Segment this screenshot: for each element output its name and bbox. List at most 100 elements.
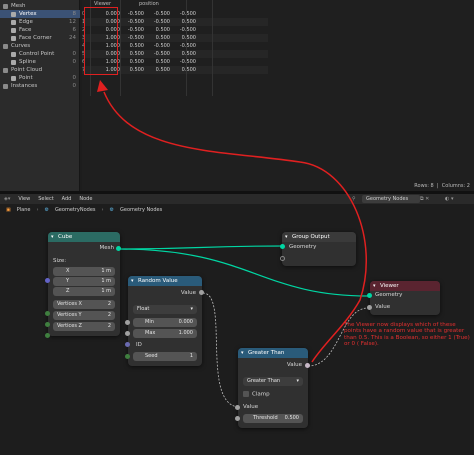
domain-icon bbox=[11, 35, 16, 41]
node-viewer[interactable]: Viewer Geometry Value bbox=[370, 281, 440, 315]
fake-user-icon[interactable]: ⧉ ✕ bbox=[420, 196, 429, 202]
random-id-label: ID bbox=[136, 342, 142, 348]
group-output-header[interactable]: Group Output bbox=[282, 232, 356, 242]
random-max-value: 1.000 bbox=[178, 330, 193, 336]
menu-select[interactable]: Select bbox=[38, 196, 53, 202]
outliner-item-label: Face Corner bbox=[19, 35, 52, 41]
annotation-text: The Viewer now displays which of these p… bbox=[344, 322, 470, 348]
node-group-output[interactable]: Group Output Geometry bbox=[282, 232, 356, 266]
group-output-empty-socket[interactable] bbox=[280, 256, 285, 261]
outliner-item-label: Control Point bbox=[19, 51, 55, 57]
overlay-icon[interactable]: ◐ ▾ bbox=[445, 196, 453, 202]
outliner-item[interactable]: Mesh bbox=[0, 2, 80, 10]
viewer-geometry-label: Geometry bbox=[375, 292, 403, 298]
menu-node[interactable]: Node bbox=[79, 196, 92, 202]
outliner-item[interactable]: Vertex 8 bbox=[0, 10, 80, 18]
outliner-item-count: 12 bbox=[69, 19, 76, 25]
cube-size-x[interactable]: X 1 m bbox=[53, 267, 115, 276]
outliner-item[interactable]: Point Cloud bbox=[0, 66, 80, 74]
random-seed-field[interactable]: Seed 1 bbox=[133, 352, 197, 361]
outliner-item[interactable]: Curves bbox=[0, 42, 80, 50]
viewer-value-socket[interactable] bbox=[367, 305, 372, 310]
cube-size-y[interactable]: Y 1 m bbox=[53, 277, 115, 286]
position-cell: 0.500 bbox=[155, 27, 170, 33]
outliner-item-label: Vertex bbox=[19, 11, 37, 17]
outliner-item-label: Instances bbox=[11, 83, 38, 89]
object-icon: ▣ bbox=[6, 207, 11, 213]
size-z-label: Z bbox=[66, 288, 70, 294]
domain-icon bbox=[3, 67, 8, 73]
position-cell: -0.500 bbox=[179, 11, 196, 17]
pin-icon[interactable]: ⚲ bbox=[352, 196, 356, 202]
node-tree-selector[interactable]: Geometry Nodes bbox=[362, 195, 421, 203]
cube-vx-socket[interactable] bbox=[45, 311, 50, 316]
position-cell: 0.500 bbox=[181, 35, 196, 41]
random-type-dropdown[interactable]: Float ▾ bbox=[133, 305, 197, 314]
menu-view[interactable]: View bbox=[18, 196, 30, 202]
domain-icon bbox=[11, 27, 16, 33]
viewer-header[interactable]: Viewer bbox=[370, 281, 440, 291]
node-cube-header[interactable]: Cube bbox=[48, 232, 120, 242]
cube-vertices-z[interactable]: Vertices Z 2 bbox=[53, 322, 115, 331]
node-cube[interactable]: Cube Mesh Size: X 1 m Y 1 m Z 1 m Vertices … bbox=[48, 232, 120, 336]
vertices-y-value: 2 bbox=[107, 312, 111, 318]
cube-mesh-socket[interactable] bbox=[116, 246, 121, 251]
cube-vy-socket[interactable] bbox=[45, 322, 50, 327]
random-seed-value: 1 bbox=[189, 353, 193, 359]
cube-vertices-x[interactable]: Vertices X 2 bbox=[53, 300, 115, 309]
threshold-socket[interactable] bbox=[235, 416, 240, 421]
outliner-item[interactable]: Face Corner 24 bbox=[0, 34, 80, 42]
random-max-socket[interactable] bbox=[125, 331, 130, 336]
greater-than-header[interactable]: Greater Than bbox=[238, 348, 308, 358]
random-value-output-socket[interactable] bbox=[199, 290, 204, 295]
outliner-item[interactable]: Point 0 bbox=[0, 74, 80, 82]
node-random-value[interactable]: Random Value Value Float ▾ Min 0.000 Max 1.… bbox=[128, 276, 202, 366]
outliner-item[interactable]: Control Point 0 bbox=[0, 50, 80, 58]
outliner-item[interactable]: Face 6 bbox=[0, 26, 80, 34]
position-cell: -0.500 bbox=[153, 11, 170, 17]
cube-vz-socket[interactable] bbox=[45, 333, 50, 338]
random-min-socket[interactable] bbox=[125, 320, 130, 325]
position-cell: -0.500 bbox=[153, 19, 170, 25]
breadcrumb: ▣ Plane › ⚙ GeometryNodes › ⚙ Geometry N… bbox=[0, 205, 168, 215]
outliner-item-label: Mesh bbox=[11, 3, 26, 9]
clamp-label: Clamp bbox=[252, 391, 270, 398]
random-value-header[interactable]: Random Value bbox=[128, 276, 202, 286]
position-cell: 0.500 bbox=[181, 19, 196, 25]
outliner-item-count: 0 bbox=[72, 59, 77, 65]
outliner-item-count: 8 bbox=[72, 11, 77, 17]
breadcrumb-separator-2: › bbox=[101, 207, 104, 213]
cube-size-socket[interactable] bbox=[45, 278, 50, 283]
greater-input-value-label: Value bbox=[243, 404, 259, 410]
threshold-field[interactable]: Threshold 0.500 bbox=[243, 414, 303, 423]
position-cell: 0.500 bbox=[129, 59, 144, 65]
outliner-item-label: Edge bbox=[19, 19, 33, 25]
group-output-geometry-socket[interactable] bbox=[280, 244, 285, 249]
cube-vertices-y[interactable]: Vertices Y 2 bbox=[53, 311, 115, 320]
column-header-position[interactable]: position bbox=[139, 0, 159, 8]
clamp-checkbox[interactable]: Clamp bbox=[243, 391, 270, 398]
viewer-geometry-socket[interactable] bbox=[367, 293, 372, 298]
random-min-field[interactable]: Min 0.000 bbox=[133, 318, 197, 327]
cube-size-z[interactable]: Z 1 m bbox=[53, 287, 115, 296]
chevron-down-icon-2: ▾ bbox=[296, 378, 299, 384]
position-cell: -0.500 bbox=[179, 27, 196, 33]
viewer-value-label: Value bbox=[375, 304, 391, 310]
random-min-label: Min bbox=[145, 319, 154, 325]
outliner-item[interactable]: Edge 12 bbox=[0, 18, 80, 26]
vertices-x-value: 2 bbox=[107, 301, 111, 307]
editor-type-icon[interactable]: ◈▾ bbox=[4, 196, 10, 202]
greater-output-socket[interactable] bbox=[305, 363, 310, 368]
compare-mode-dropdown[interactable]: Greater Than ▾ bbox=[243, 377, 303, 386]
group-output-geometry-label: Geometry bbox=[289, 244, 317, 250]
greater-input-socket[interactable] bbox=[235, 405, 240, 410]
domain-icon bbox=[11, 75, 16, 81]
outliner-item[interactable]: Instances 0 bbox=[0, 82, 80, 90]
menu-add[interactable]: Add bbox=[62, 196, 72, 202]
random-seed-socket[interactable] bbox=[125, 354, 130, 359]
node-tree-icon: ⚙ bbox=[109, 207, 115, 213]
random-max-field[interactable]: Max 1.000 bbox=[133, 329, 197, 338]
outliner-item[interactable]: Spline 0 bbox=[0, 58, 80, 66]
node-greater-than[interactable]: Greater Than Value Greater Than ▾ Clamp V… bbox=[238, 348, 308, 428]
random-id-socket[interactable] bbox=[125, 342, 130, 347]
